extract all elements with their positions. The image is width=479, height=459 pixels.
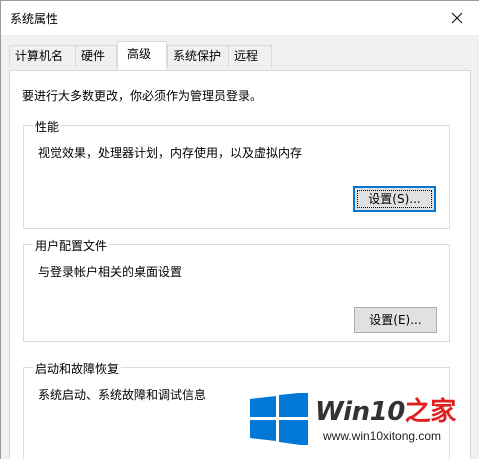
watermark-brand: Win10之家 — [315, 391, 456, 428]
title-bar: 系统属性 — [1, 1, 479, 35]
user-profiles-settings-button[interactable]: 设置(E)... — [354, 307, 437, 333]
user-profiles-group-title: 用户配置文件 — [33, 237, 110, 254]
tab-label: 系统保护 — [173, 49, 222, 63]
performance-settings-button[interactable]: 设置(S)... — [353, 186, 436, 212]
tab-strip: 计算机名 硬件 高级 系统保护 远程 — [1, 35, 479, 71]
tab-label: 远程 — [234, 49, 259, 63]
button-label: 设置(E)... — [369, 313, 422, 327]
tab-system-protection[interactable]: 系统保护 — [167, 45, 229, 67]
watermark-brand-prefix: Win10 — [315, 397, 405, 427]
window-title: 系统属性 — [10, 12, 59, 26]
startup-recovery-description: 系统启动、系统故障和调试信息 — [38, 388, 207, 402]
performance-group-title: 性能 — [33, 118, 62, 135]
tab-label: 硬件 — [81, 49, 106, 63]
admin-notice: 要进行大多数更改，你必须作为管理员登录。 — [22, 89, 263, 103]
tab-hardware[interactable]: 硬件 — [75, 45, 117, 67]
watermark-url: www.win10xitong.com — [323, 429, 442, 443]
tab-remote[interactable]: 远程 — [228, 45, 272, 67]
user-profiles-description: 与登录帐户相关的桌面设置 — [38, 265, 183, 279]
tab-advanced[interactable]: 高级 — [117, 41, 167, 70]
performance-group — [23, 125, 450, 229]
watermark-brand-suffix: 之家 — [404, 397, 457, 427]
tab-computer-name[interactable]: 计算机名 — [9, 45, 76, 67]
close-button[interactable] — [435, 1, 479, 35]
performance-description: 视觉效果，处理器计划，内存使用，以及虚拟内存 — [38, 146, 303, 160]
button-label: 设置(S)... — [368, 192, 421, 206]
windows-logo-icon — [250, 393, 308, 445]
close-icon — [451, 12, 463, 24]
startup-recovery-group-title: 启动和故障恢复 — [33, 360, 122, 377]
win10-watermark: Win10之家 www.win10xitong.com — [245, 385, 479, 459]
tab-label: 计算机名 — [15, 49, 64, 63]
tab-label: 高级 — [127, 47, 152, 61]
